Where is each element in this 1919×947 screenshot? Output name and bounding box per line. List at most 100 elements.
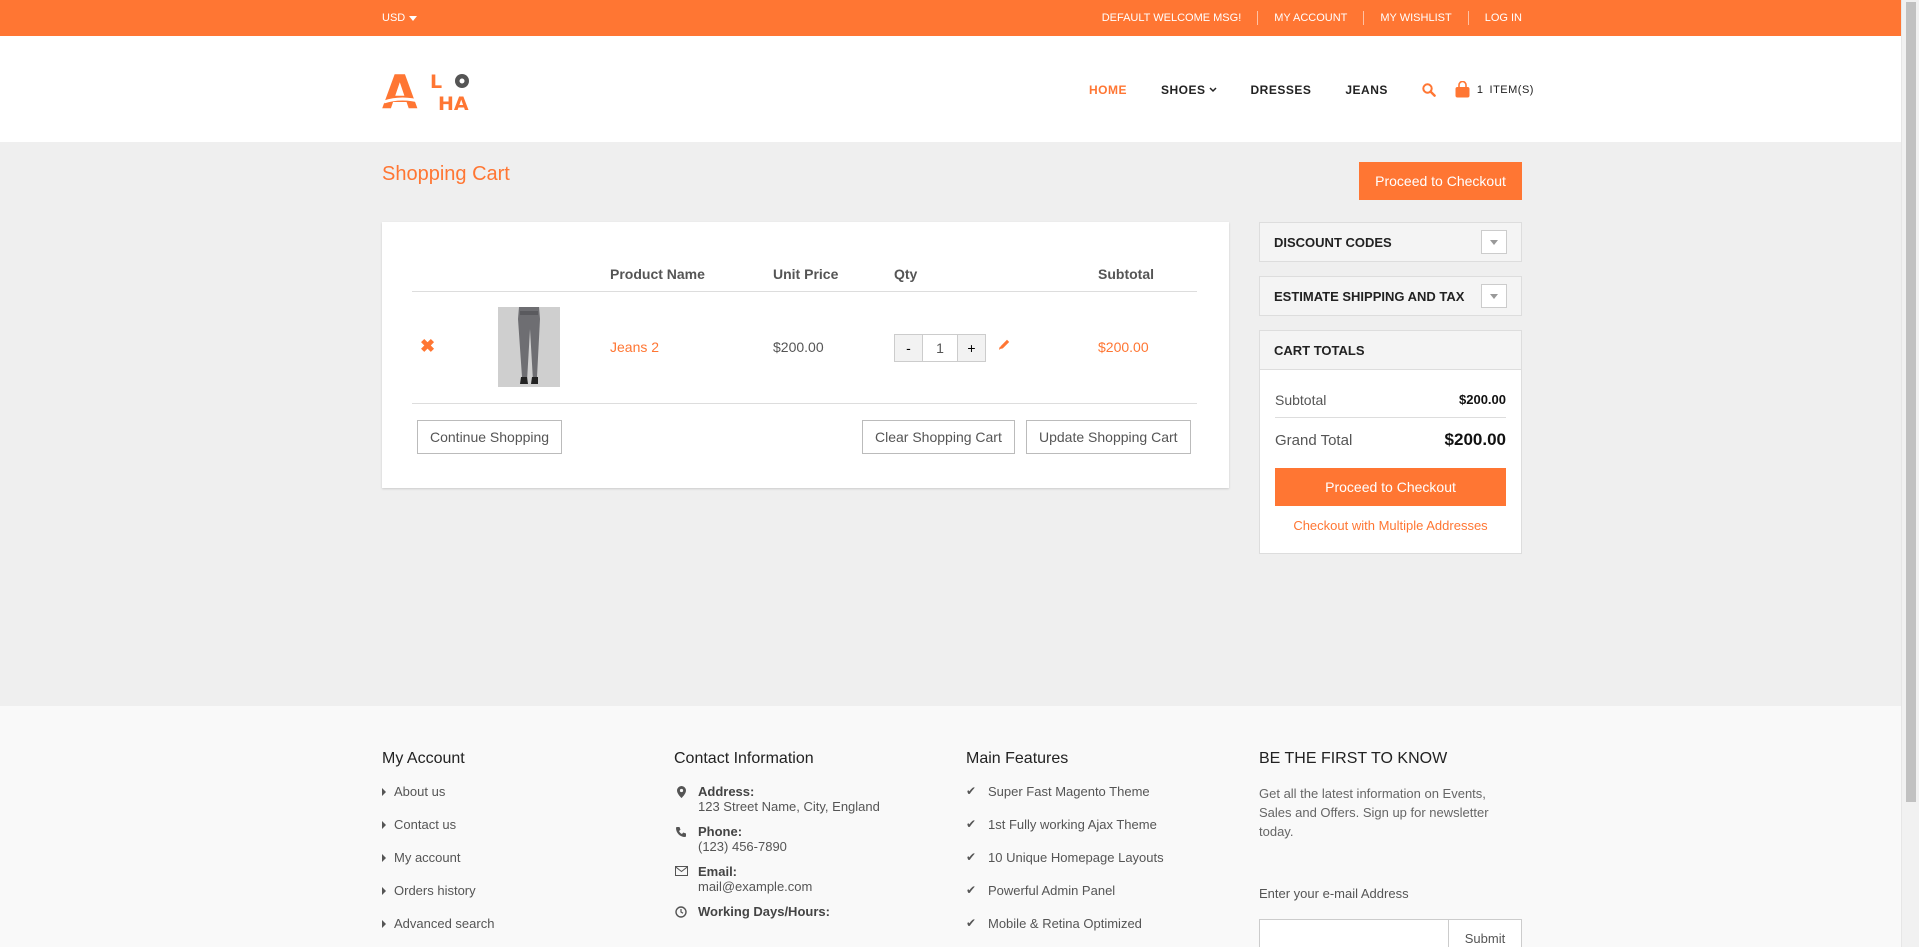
- cart-count: 1: [1476, 83, 1484, 96]
- currency-switcher[interactable]: USD: [382, 12, 418, 24]
- caret-right-icon: [382, 887, 386, 895]
- caret-right-icon: [382, 854, 386, 862]
- main-content: Shopping Cart Proceed to Checkout Produc…: [0, 142, 1901, 706]
- footer-heading: My Account: [382, 750, 465, 767]
- expand-toggle[interactable]: [1481, 284, 1507, 308]
- my-wishlist-link[interactable]: MY WISHLIST: [1363, 11, 1467, 25]
- row-subtotal: $200.00: [1098, 339, 1149, 355]
- list-item: ✔ 1st Fully working Ajax Theme: [966, 817, 1164, 850]
- remove-item-icon[interactable]: ✖: [420, 336, 435, 357]
- cart-table: Product Name Unit Price Qty Subtotal ✖ J…: [412, 248, 1197, 468]
- discount-codes-panel[interactable]: DISCOUNT CODES: [1259, 222, 1522, 262]
- nav-dresses[interactable]: DRESSES: [1251, 83, 1312, 97]
- top-bar: USD DEFAULT WELCOME MSG! MY ACCOUNT MY W…: [0, 0, 1901, 36]
- shipping-tax-title: ESTIMATE SHIPPING AND TAX: [1274, 288, 1465, 304]
- qty-input[interactable]: [923, 334, 957, 362]
- my-account-link[interactable]: MY ACCOUNT: [1257, 11, 1363, 25]
- product-name-link[interactable]: Jeans 2: [610, 339, 659, 355]
- email-value[interactable]: mail@example.com: [698, 879, 812, 894]
- jeans-product-image: [498, 307, 560, 387]
- shopping-bag-icon: [1455, 81, 1470, 98]
- quantity-stepper: - +: [894, 334, 986, 362]
- footer-newsletter: BE THE FIRST TO KNOW Get all the latest …: [1259, 750, 1522, 947]
- list-item[interactable]: Advanced search: [382, 916, 494, 947]
- nav-jeans[interactable]: JEANS: [1345, 83, 1388, 97]
- svg-text:L: L: [430, 71, 442, 93]
- welcome-message: DEFAULT WELCOME MSG!: [1101, 12, 1242, 24]
- newsletter-email-input[interactable]: [1259, 919, 1448, 947]
- proceed-to-checkout-button[interactable]: Proceed to Checkout: [1275, 468, 1506, 506]
- update-cart-button[interactable]: Update Shopping Cart: [1026, 420, 1191, 454]
- footer-link-list: About us Contact us My account Orders hi…: [382, 784, 494, 947]
- top-links: DEFAULT WELCOME MSG! MY ACCOUNT MY WISHL…: [1086, 11, 1522, 25]
- continue-shopping-button[interactable]: Continue Shopping: [417, 420, 563, 454]
- list-item[interactable]: Contact us: [382, 817, 494, 850]
- contact-phone: Phone: (123) 456-7890: [674, 824, 880, 854]
- cart-actions: Continue Shopping Clear Shopping Cart Up…: [412, 404, 1197, 468]
- discount-codes-header[interactable]: DISCOUNT CODES: [1260, 223, 1521, 261]
- footer-link[interactable]: Contact us: [394, 817, 456, 832]
- svg-text:HA: HA: [438, 93, 469, 114]
- header: A L HA HOME SHOES DRESSES JEANS 1 ITEM(S…: [0, 36, 1901, 142]
- header-subtotal: Subtotal: [1098, 266, 1154, 282]
- qty-decrease-button[interactable]: -: [894, 334, 923, 362]
- chevron-down-icon: [1490, 239, 1498, 245]
- footer-my-account: My Account About us Contact us My accoun…: [382, 750, 494, 947]
- contact-email: Email: mail@example.com: [674, 864, 880, 894]
- footer-link[interactable]: My account: [394, 850, 460, 865]
- chevron-down-icon: [1208, 86, 1217, 92]
- list-item[interactable]: About us: [382, 784, 494, 817]
- multiple-addresses-link[interactable]: Checkout with Multiple Addresses: [1275, 518, 1506, 533]
- feature-list: ✔ Super Fast Magento Theme ✔ 1st Fully wor…: [966, 784, 1164, 947]
- grand-total-value: $200.00: [1444, 430, 1506, 449]
- product-thumbnail[interactable]: [498, 307, 560, 387]
- chevron-down-icon: [1490, 293, 1498, 299]
- nav-home[interactable]: HOME: [1089, 83, 1127, 97]
- logo-mark: A L HA: [382, 65, 469, 119]
- hours-label: Working Days/Hours:: [698, 904, 830, 919]
- list-item: ✔ Super Fast Magento Theme: [966, 784, 1164, 817]
- contact-hours: Working Days/Hours:: [674, 904, 880, 919]
- footer-heading: Main Features: [966, 750, 1069, 767]
- list-item[interactable]: Orders history: [382, 883, 494, 916]
- check-icon: ✔: [966, 916, 977, 930]
- check-icon: ✔: [966, 850, 977, 864]
- svg-text:A: A: [382, 66, 418, 114]
- logo[interactable]: A L HA: [382, 65, 487, 119]
- scrollbar-thumb[interactable]: [1906, 2, 1916, 802]
- login-link[interactable]: LOG IN: [1467, 11, 1522, 25]
- grand-total-row: Grand Total $200.00: [1275, 418, 1506, 462]
- chevron-down-icon: [409, 15, 418, 21]
- main-nav: HOME SHOES DRESSES JEANS 1 ITEM(S): [1089, 81, 1534, 98]
- check-icon: ✔: [966, 784, 977, 798]
- cart-table-box: Product Name Unit Price Qty Subtotal ✖ J…: [382, 222, 1229, 488]
- cart-totals-body: Subtotal $200.00 Grand Total $200.00 Pro…: [1260, 369, 1521, 553]
- newsletter-email-label: Enter your e-mail Address: [1259, 886, 1409, 901]
- edit-icon[interactable]: [998, 338, 1011, 354]
- cart-label: ITEM(S): [1489, 83, 1534, 96]
- subtotal-row: Subtotal $200.00: [1275, 382, 1506, 418]
- shipping-tax-header[interactable]: ESTIMATE SHIPPING AND TAX: [1260, 277, 1521, 315]
- proceed-to-checkout-button[interactable]: Proceed to Checkout: [1359, 162, 1522, 200]
- map-marker-icon: [674, 786, 688, 814]
- list-item: ✔ Mobile & Retina Optimized: [966, 916, 1164, 947]
- newsletter-submit-button[interactable]: Submit: [1448, 919, 1522, 947]
- caret-right-icon: [382, 788, 386, 796]
- expand-toggle[interactable]: [1481, 230, 1507, 254]
- mini-cart[interactable]: 1 ITEM(S): [1454, 81, 1534, 98]
- list-item: ✔ 10 Unique Homepage Layouts: [966, 850, 1164, 883]
- feature-text: 10 Unique Homepage Layouts: [988, 850, 1164, 865]
- newsletter-description: Get all the latest information on Events…: [1259, 786, 1489, 839]
- footer-link[interactable]: Advanced search: [394, 916, 494, 931]
- search-button[interactable]: [1422, 82, 1436, 97]
- qty-increase-button[interactable]: +: [957, 334, 986, 362]
- check-icon: ✔: [966, 817, 977, 831]
- clear-cart-button[interactable]: Clear Shopping Cart: [862, 420, 1015, 454]
- shipping-tax-panel[interactable]: ESTIMATE SHIPPING AND TAX: [1259, 276, 1522, 316]
- phone-value: (123) 456-7890: [698, 839, 787, 854]
- list-item[interactable]: My account: [382, 850, 494, 883]
- nav-shoes[interactable]: SHOES: [1161, 83, 1217, 97]
- footer-link[interactable]: Orders history: [394, 883, 476, 898]
- footer-link[interactable]: About us: [394, 784, 445, 799]
- page-scrollbar[interactable]: [1901, 0, 1919, 947]
